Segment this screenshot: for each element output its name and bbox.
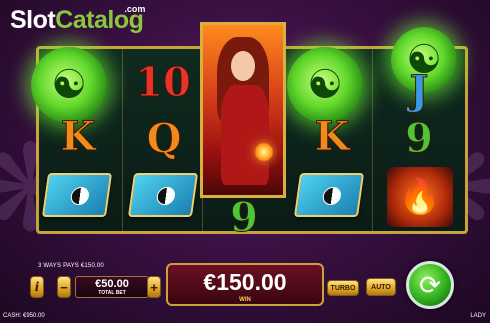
decrease-bet-button[interactable]: − — [57, 276, 71, 298]
yin-yang-icon — [69, 187, 91, 205]
lady-face — [231, 51, 255, 81]
symbol-j: J — [409, 66, 429, 114]
game-screen: ❋ ❋ Slot Catalog .com ☯ K 10 Q ☯ K ☯ J 9… — [0, 0, 490, 323]
bet-value: €50.00 — [95, 278, 129, 290]
cash-balance: CASH: €950.00 — [3, 313, 45, 319]
lady-wild-symbol — [200, 22, 286, 198]
win-label: WIN — [239, 297, 251, 303]
symbol-9: 9 — [230, 193, 259, 241]
symbol-10: 10 — [135, 58, 192, 106]
book-symbol — [127, 173, 199, 217]
ways-pays-text: 3 WAYS PAYS €150.00 — [38, 263, 104, 269]
spin-button[interactable]: ⟳ — [406, 261, 454, 309]
increase-bet-button[interactable]: + — [147, 276, 161, 298]
win-display: €150.00 WIN — [166, 263, 324, 306]
lady-body — [221, 85, 269, 185]
symbol-k: K — [60, 112, 96, 160]
slotcatalog-logo: Slot Catalog .com — [10, 4, 146, 35]
win-value: €150.00 — [203, 269, 287, 295]
game-name: LADY — [470, 313, 486, 319]
symbol-9: 9 — [405, 114, 434, 162]
phoenix-icon: 🔥 — [398, 178, 442, 216]
logo-suffix: .com — [124, 4, 146, 14]
turbo-button[interactable]: TURBO — [327, 280, 359, 296]
symbol-q: Q — [146, 114, 182, 162]
book-symbol — [293, 173, 365, 217]
spin-arrows-icon: ⟳ — [419, 269, 441, 300]
auto-button[interactable]: AUTO — [366, 278, 396, 296]
logo-word-slot: Slot — [10, 6, 56, 34]
fire-orb-icon — [255, 143, 273, 161]
phoenix-symbol: 🔥 — [387, 167, 453, 227]
yin-yang-icon — [321, 187, 343, 205]
bet-label: TOTAL BET — [98, 290, 126, 296]
book-symbol — [41, 173, 113, 217]
yin-yang-icon — [155, 187, 177, 205]
info-button[interactable]: i — [30, 276, 44, 298]
symbol-k: K — [314, 112, 350, 160]
total-bet-display: €50.00 TOTAL BET — [75, 276, 149, 298]
